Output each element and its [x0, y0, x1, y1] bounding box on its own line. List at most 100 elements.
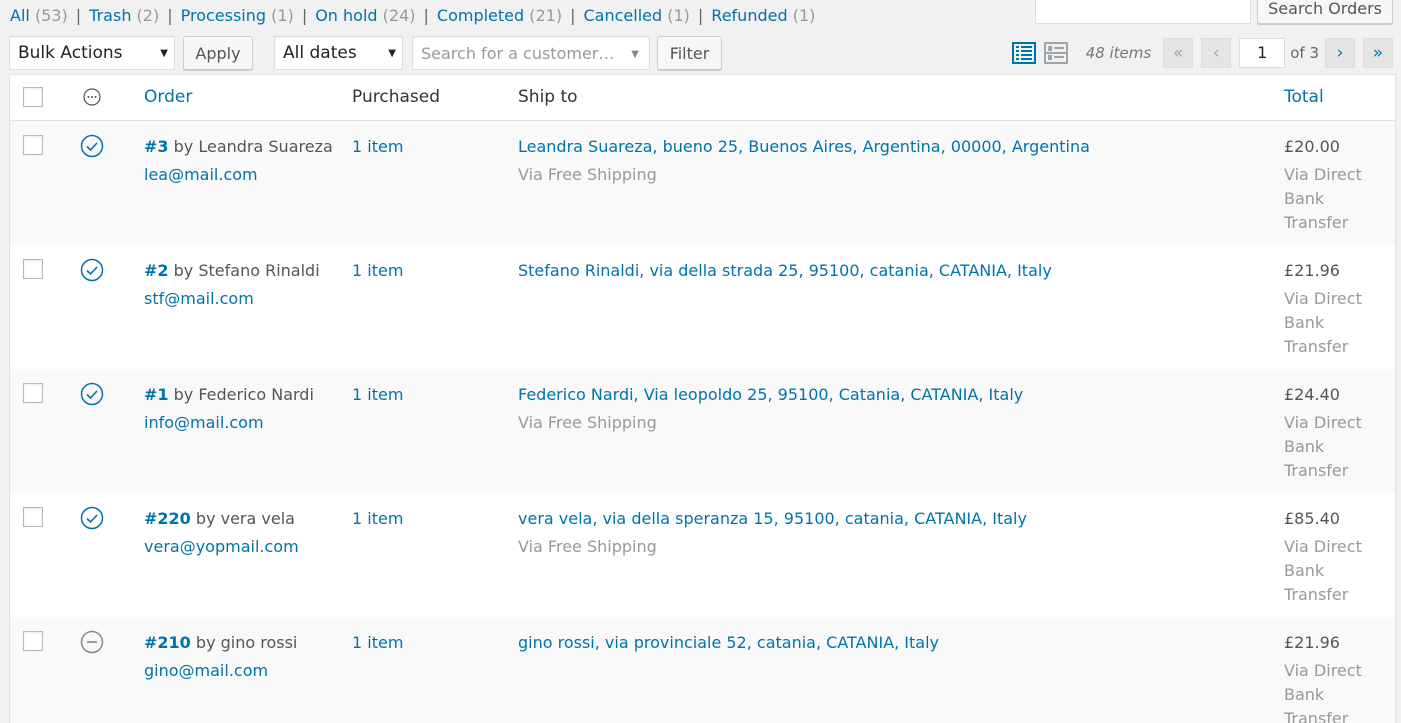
status-filter-count: (2)	[136, 6, 160, 25]
date-filter-select[interactable]: All dates ▼	[274, 36, 403, 70]
current-page-input[interactable]: 1	[1239, 38, 1286, 68]
order-total: £85.40	[1284, 509, 1340, 528]
status-filter-refunded[interactable]: Refunded (1)	[711, 6, 815, 25]
apply-button[interactable]: Apply	[183, 36, 253, 70]
payment-method: Via Direct Bank Transfer	[1284, 165, 1362, 232]
column-total[interactable]: Total	[1284, 87, 1324, 107]
total-cell: £21.96 Via Direct Bank Transfer	[1284, 631, 1384, 723]
customer-search-select[interactable]: Search for a customer… ▼	[412, 36, 650, 70]
purchased-items-link[interactable]: 1 item	[352, 633, 403, 652]
status-filter-completed[interactable]: Completed (21)	[437, 6, 562, 25]
purchased-items-link[interactable]: 1 item	[352, 137, 403, 156]
payment-method: Via Direct Bank Transfer	[1284, 661, 1362, 723]
filter-separator: |	[301, 6, 308, 25]
payment-method: Via Direct Bank Transfer	[1284, 537, 1362, 604]
purchased-items-link[interactable]: 1 item	[352, 509, 403, 528]
status-filter-label: Completed	[436, 6, 525, 25]
status-filter-count: (1)	[667, 6, 690, 25]
order-number-link[interactable]: #3	[144, 137, 169, 156]
status-filter-all[interactable]: All (53)	[10, 6, 68, 25]
ship-to-address-link[interactable]: Federico Nardi, Via leopoldo 25, 95100, …	[518, 385, 1023, 404]
filter-separator: |	[697, 6, 704, 25]
status-filter-trash[interactable]: Trash (2)	[89, 6, 159, 25]
customer-email-link[interactable]: info@mail.com	[144, 411, 314, 435]
chevron-down-icon: ▼	[631, 49, 639, 60]
status-filter-on-hold[interactable]: On hold (24)	[315, 6, 415, 25]
pagination: 48 items « ‹ 1 of 3 › »	[1011, 36, 1393, 70]
excerpt-view-icon[interactable]	[1043, 41, 1068, 65]
column-purchased: Purchased	[352, 87, 440, 107]
status-filter-cancelled[interactable]: Cancelled (1)	[583, 6, 689, 25]
bulk-actions-value: Bulk Actions	[18, 43, 123, 63]
total-cell: £20.00 Via Direct Bank Transfer	[1284, 135, 1384, 235]
customer-email-link[interactable]: vera@yopmail.com	[144, 535, 299, 559]
row-checkbox[interactable]	[23, 507, 43, 527]
table-row: #220 by vera vela vera@yopmail.com 1 item v…	[10, 493, 1395, 617]
purchased-cell: 1 item	[352, 507, 403, 531]
order-cell: #1 by Federico Nardi info@mail.com	[144, 383, 314, 435]
purchased-cell: 1 item	[352, 631, 403, 655]
table-body: #3 by Leandra Suareza lea@mail.com 1 item L…	[10, 121, 1395, 723]
order-total: £21.96	[1284, 261, 1340, 280]
ship-to-cell: Stefano Rinaldi, via della strada 25, 95…	[518, 259, 1052, 283]
purchased-items-link[interactable]: 1 item	[352, 261, 403, 280]
order-total: £24.40	[1284, 385, 1340, 404]
last-page-button[interactable]: »	[1363, 38, 1393, 68]
order-customer: by gino rossi	[195, 633, 298, 652]
first-page-button[interactable]: «	[1163, 38, 1194, 68]
row-checkbox[interactable]	[23, 383, 43, 403]
order-number-link[interactable]: #210	[144, 633, 191, 652]
row-checkbox[interactable]	[23, 631, 43, 651]
table-toolbar: Bulk Actions ▼ Apply All dates ▼ Search …	[9, 36, 1393, 70]
table-row: #2 by Stefano Rinaldi stf@mail.com 1 item S…	[10, 245, 1395, 369]
purchased-cell: 1 item	[352, 259, 403, 283]
bulk-actions-select[interactable]: Bulk Actions ▼	[9, 36, 175, 70]
customer-email-link[interactable]: gino@mail.com	[144, 659, 297, 683]
ship-to-cell: Leandra Suareza, bueno 25, Buenos Aires,…	[518, 135, 1090, 187]
customer-email-link[interactable]: lea@mail.com	[144, 163, 333, 187]
order-total: £21.96	[1284, 633, 1340, 652]
dropdown-arrow-icon: ▼	[160, 48, 168, 59]
ship-to-cell: gino rossi, via provinciale 52, catania,…	[518, 631, 939, 655]
status-filter-label: Cancelled	[583, 6, 663, 25]
status-filter-label: Processing	[180, 6, 267, 25]
status-filter-count: (1)	[792, 6, 816, 25]
status-filter-count: (21)	[529, 6, 563, 25]
column-order[interactable]: Order	[144, 87, 192, 107]
order-number-link[interactable]: #1	[144, 385, 169, 404]
ship-to-address-link[interactable]: vera vela, via della speranza 15, 95100,…	[518, 509, 1027, 528]
status-filter-processing[interactable]: Processing (1)	[181, 6, 294, 25]
order-customer: by vera vela	[195, 509, 295, 528]
check-circle-icon	[80, 506, 104, 530]
ship-to-address-link[interactable]: gino rossi, via provinciale 52, catania,…	[518, 633, 939, 652]
table-row: #210 by gino rossi gino@mail.com 1 item gin…	[10, 617, 1395, 723]
status-filter-count: (1)	[271, 6, 294, 25]
purchased-items-link[interactable]: 1 item	[352, 385, 403, 404]
shipping-method: Via Free Shipping	[518, 165, 657, 184]
shipping-method: Via Free Shipping	[518, 413, 657, 432]
row-checkbox[interactable]	[23, 259, 43, 279]
customer-email-link[interactable]: stf@mail.com	[144, 287, 320, 311]
status-filter-label: All	[10, 6, 30, 25]
order-cell: #210 by gino rossi gino@mail.com	[144, 631, 297, 683]
order-cell: #3 by Leandra Suareza lea@mail.com	[144, 135, 333, 187]
order-number-link[interactable]: #220	[144, 509, 191, 528]
status-filter-count: (24)	[382, 6, 416, 25]
customer-search-placeholder: Search for a customer…	[421, 43, 615, 63]
list-view-icon[interactable]	[1011, 41, 1036, 65]
search-orders-input[interactable]	[1035, 0, 1252, 24]
search-orders-button[interactable]: Search Orders	[1257, 0, 1393, 24]
ship-to-address-link[interactable]: Stefano Rinaldi, via della strada 25, 95…	[518, 261, 1052, 280]
next-page-button[interactable]: ›	[1325, 38, 1355, 68]
select-all-checkbox[interactable]	[23, 87, 43, 107]
row-checkbox[interactable]	[23, 135, 43, 155]
check-circle-icon	[80, 258, 104, 282]
filter-button[interactable]: Filter	[657, 36, 722, 70]
status-filter-label: Refunded	[711, 6, 788, 25]
status-filter-label: On hold	[315, 6, 378, 25]
order-number-link[interactable]: #2	[144, 261, 169, 280]
prev-page-button[interactable]: ‹	[1201, 38, 1232, 68]
search-orders-box: Search Orders	[1035, 0, 1393, 24]
ship-to-address-link[interactable]: Leandra Suareza, bueno 25, Buenos Aires,…	[518, 137, 1090, 156]
filter-separator: |	[570, 6, 576, 25]
